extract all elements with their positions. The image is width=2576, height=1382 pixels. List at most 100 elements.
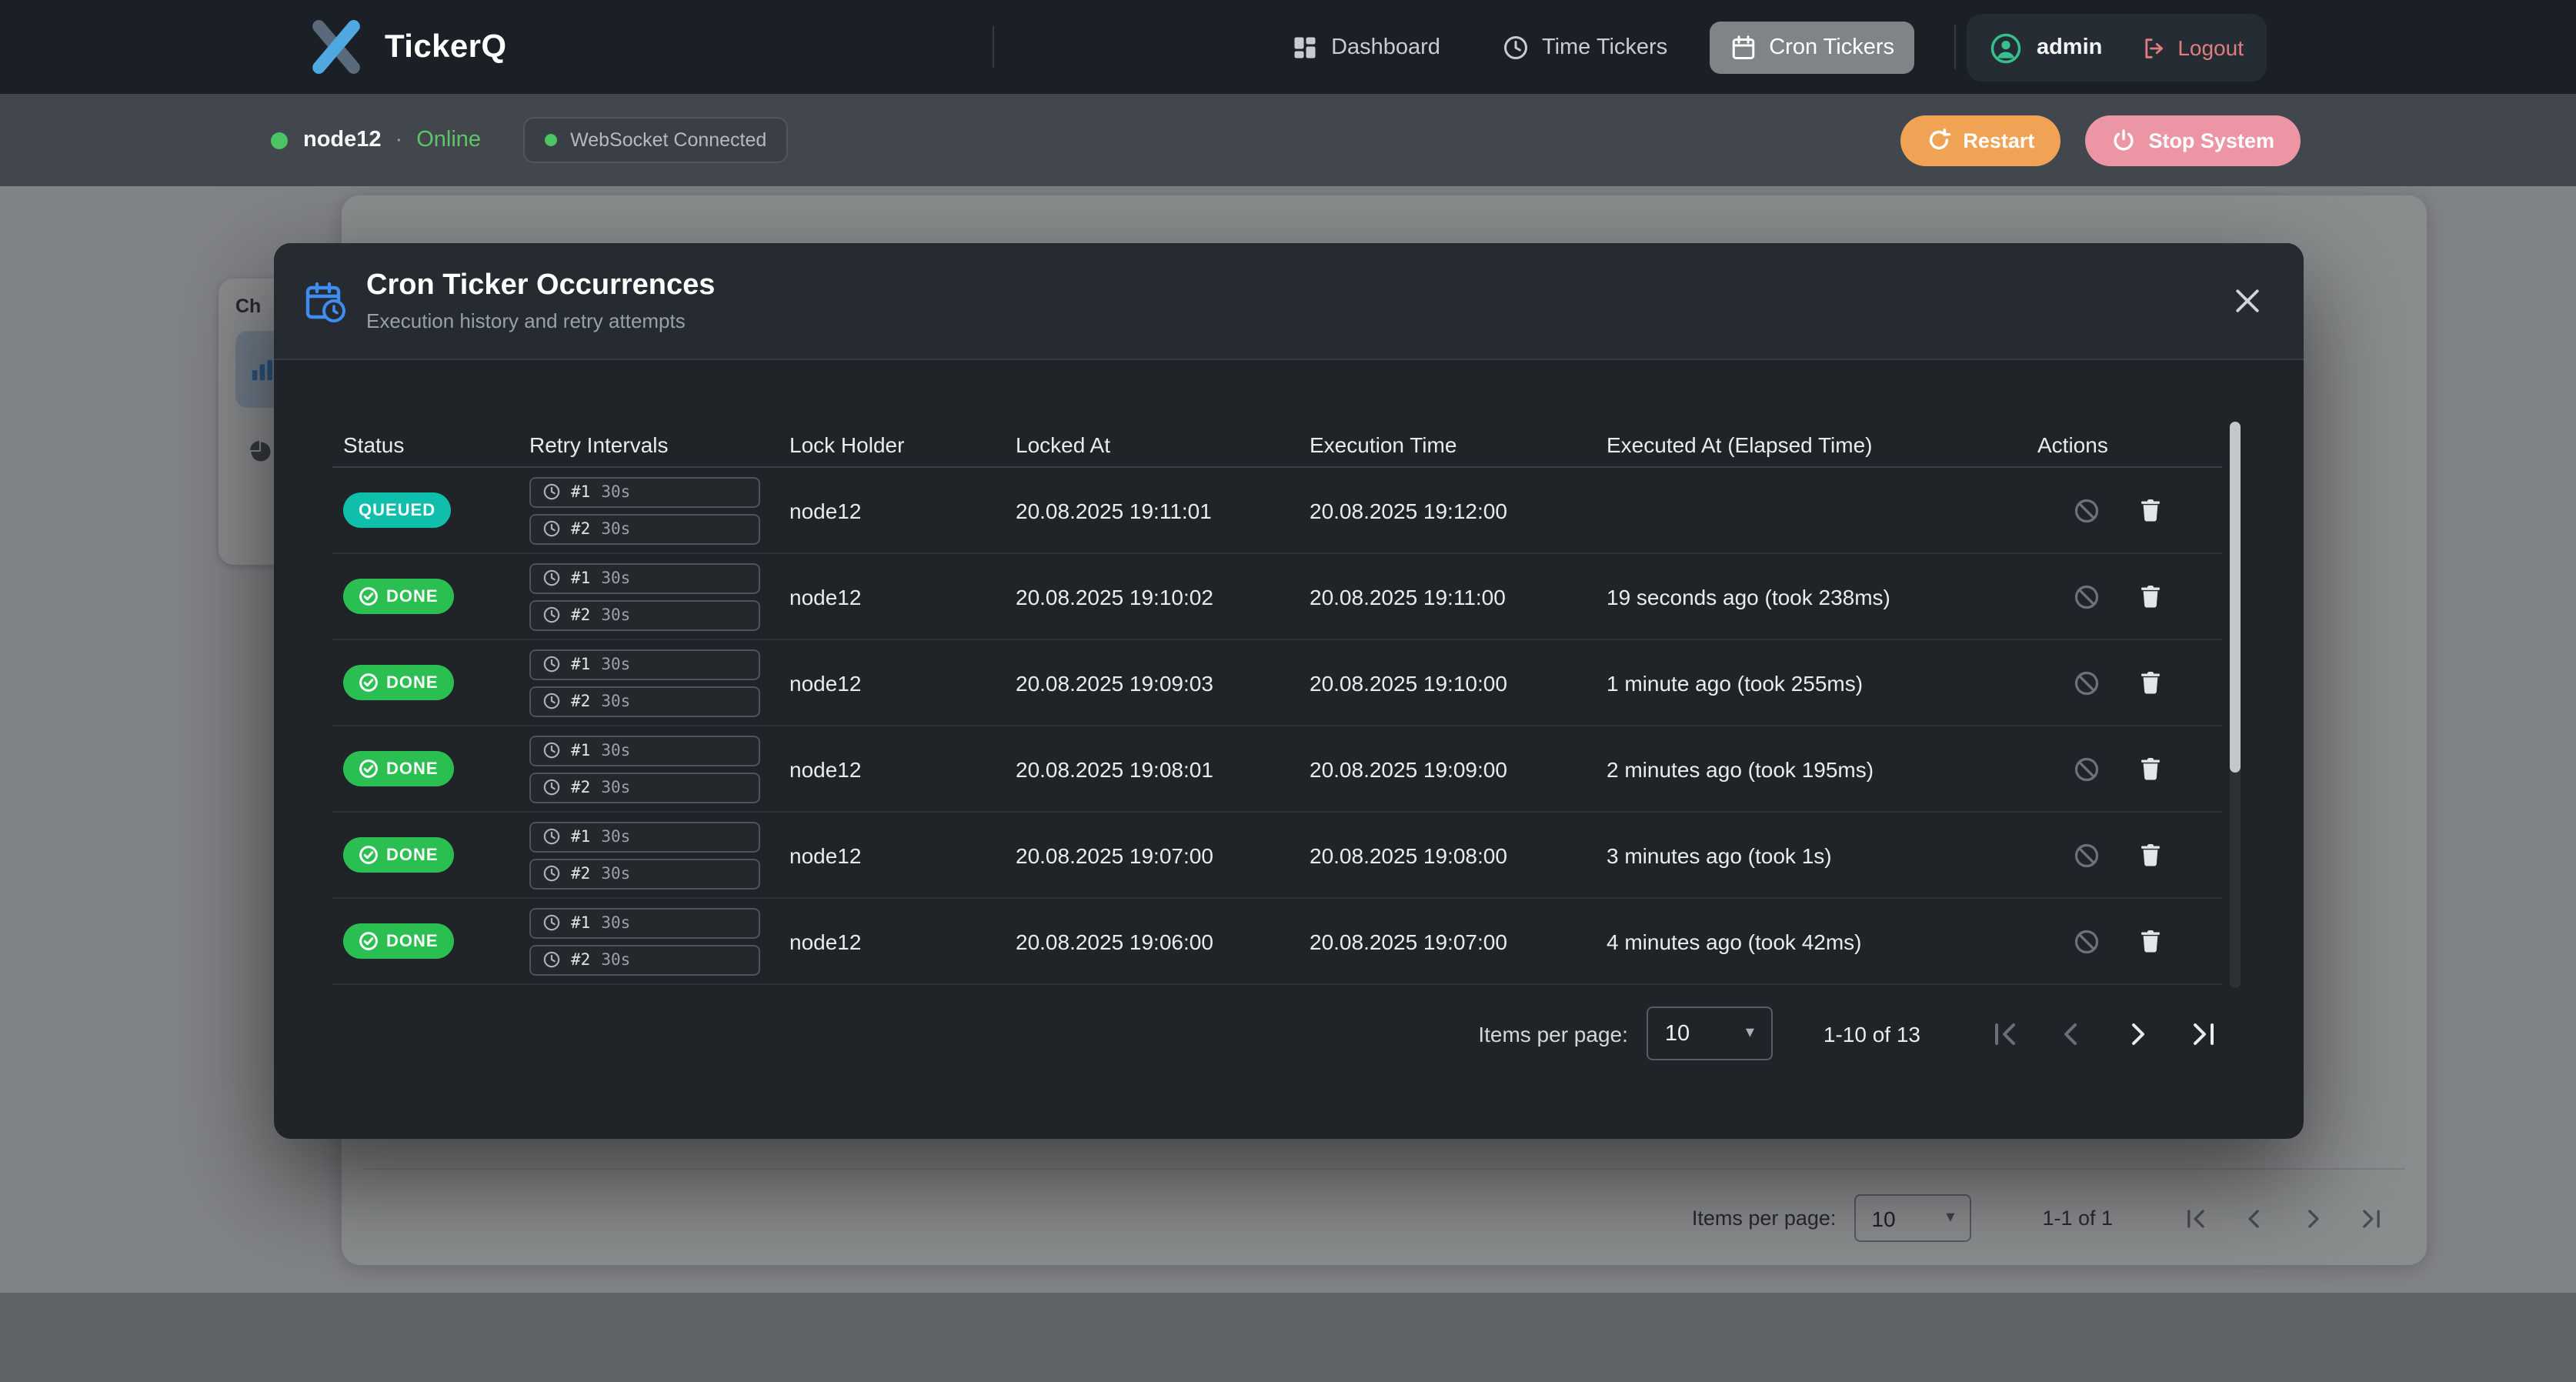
retry-interval-chip: #1 30s xyxy=(529,907,760,938)
interval-number: #2 xyxy=(571,778,590,796)
nav-cron-tickers[interactable]: Cron Tickers xyxy=(1709,21,1914,73)
nav-time-tickers[interactable]: Time Tickers xyxy=(1482,21,1687,73)
table-row: DONE #1 30s #2 30s node12 20.08.2025 19:… xyxy=(332,726,2222,813)
websocket-label: WebSocket Connected xyxy=(570,129,766,151)
blocked-icon[interactable] xyxy=(2071,495,2102,526)
items-per-page-value: 10 xyxy=(1665,1021,1690,1046)
node-status: Online xyxy=(416,128,481,152)
interval-duration: 30s xyxy=(601,950,630,969)
scrollbar-thumb[interactable] xyxy=(2230,422,2241,773)
interval-number: #2 xyxy=(571,864,590,883)
blocked-icon[interactable] xyxy=(2071,581,2102,612)
actions-cell xyxy=(2037,495,2222,526)
execution-time-cell: 20.08.2025 19:07:00 xyxy=(1310,929,1607,953)
lock-holder-cell: node12 xyxy=(789,929,1016,953)
logout-button[interactable]: Logout xyxy=(2141,35,2244,61)
interval-number: #2 xyxy=(571,606,590,624)
execution-time-cell: 20.08.2025 19:08:00 xyxy=(1310,843,1607,867)
username: admin xyxy=(2037,35,2102,60)
status-separator: · xyxy=(395,128,403,152)
logout-label: Logout xyxy=(2177,35,2244,60)
retry-intervals-cell: #1 30s #2 30s xyxy=(529,735,789,803)
nav-dashboard[interactable]: Dashboard xyxy=(1271,21,1460,73)
interval-duration: 30s xyxy=(601,913,630,932)
table-row: DONE #1 30s #2 30s node12 20.08.2025 19:… xyxy=(332,899,2222,985)
status-cell: DONE xyxy=(343,923,529,959)
status-bar: node12 · Online WebSocket Connected Rest… xyxy=(0,94,2576,186)
locked-at-cell: 20.08.2025 19:09:03 xyxy=(1016,670,1310,695)
items-per-page-select[interactable]: 10 ▾ xyxy=(1647,1006,1773,1060)
clock-icon xyxy=(543,606,560,623)
col-header-execution-time: Execution Time xyxy=(1310,432,1607,456)
delete-icon[interactable] xyxy=(2134,840,2165,870)
blocked-icon[interactable] xyxy=(2071,753,2102,784)
delete-icon[interactable] xyxy=(2134,495,2165,526)
clock-icon xyxy=(543,483,560,500)
execution-time-cell: 20.08.2025 19:09:00 xyxy=(1310,756,1607,781)
delete-icon[interactable] xyxy=(2134,667,2165,698)
interval-duration: 30s xyxy=(601,864,630,883)
first-page-button[interactable] xyxy=(1987,1015,2024,1052)
calendar-icon xyxy=(1729,33,1757,61)
power-icon xyxy=(2111,128,2136,152)
modal-pagination: Items per page: 10 ▾ 1-10 of 13 xyxy=(1478,1006,2222,1060)
chevron-left-icon xyxy=(2053,1015,2090,1052)
status-cell: DONE xyxy=(343,751,529,786)
modal-scrollbar xyxy=(2230,422,2241,988)
nav-dashboard-label: Dashboard xyxy=(1331,35,1440,59)
interval-duration: 30s xyxy=(601,569,630,587)
websocket-chip: WebSocket Connected xyxy=(522,117,788,163)
stop-system-button[interactable]: Stop System xyxy=(2085,115,2301,165)
first-page-icon xyxy=(1987,1015,2024,1052)
close-icon[interactable] xyxy=(2228,282,2267,320)
interval-number: #1 xyxy=(571,569,590,587)
clock-icon xyxy=(543,742,560,759)
modal-body: Status Retry Intervals Lock Holder Locke… xyxy=(274,360,2304,1137)
delete-icon[interactable] xyxy=(2134,753,2165,784)
interval-number: #1 xyxy=(571,655,590,673)
status-cell: DONE xyxy=(343,579,529,614)
blocked-icon[interactable] xyxy=(2071,840,2102,870)
actions-cell xyxy=(2037,581,2222,612)
brand: TickerQ xyxy=(308,0,506,94)
main-nav: Dashboard Time Tickers Cron Tickers xyxy=(1271,0,1914,94)
lock-holder-cell: node12 xyxy=(789,756,1016,781)
occurrences-table: Status Retry Intervals Lock Holder Locke… xyxy=(332,422,2222,985)
blocked-icon[interactable] xyxy=(2071,926,2102,956)
clock-icon xyxy=(543,951,560,968)
occurrences-table-body: QUEUED #1 30s #2 30s node12 20.08.2025 1… xyxy=(332,468,2222,985)
table-row: DONE #1 30s #2 30s node12 20.08.2025 19:… xyxy=(332,813,2222,899)
delete-icon[interactable] xyxy=(2134,581,2165,612)
retry-intervals-cell: #1 30s #2 30s xyxy=(529,907,789,975)
calendar-clock-icon xyxy=(303,279,346,322)
next-page-button[interactable] xyxy=(2119,1015,2156,1052)
retry-interval-chip: #1 30s xyxy=(529,821,760,852)
node-status-dot xyxy=(271,132,288,149)
page-content: Ch S Items per page: 10 ▾ 1 xyxy=(0,186,2576,1382)
clock-icon xyxy=(543,865,560,882)
restart-button[interactable]: Restart xyxy=(1900,115,2060,165)
modal-title: Cron Ticker Occurrences xyxy=(366,269,715,303)
user-menu[interactable]: admin Logout xyxy=(1967,14,2267,82)
brand-title: TickerQ xyxy=(385,28,506,65)
blocked-icon[interactable] xyxy=(2071,667,2102,698)
retry-interval-chip: #2 30s xyxy=(529,772,760,803)
interval-duration: 30s xyxy=(601,655,630,673)
modal-subtitle: Execution history and retry attempts xyxy=(366,309,715,332)
clock-icon xyxy=(543,520,560,537)
retry-intervals-cell: #1 30s #2 30s xyxy=(529,649,789,716)
interval-duration: 30s xyxy=(601,482,630,501)
execution-time-cell: 20.08.2025 19:11:00 xyxy=(1310,584,1607,609)
execution-time-cell: 20.08.2025 19:10:00 xyxy=(1310,670,1607,695)
delete-icon[interactable] xyxy=(2134,926,2165,956)
modal-header: Cron Ticker Occurrences Execution histor… xyxy=(274,243,2304,360)
last-page-button[interactable] xyxy=(2185,1015,2222,1052)
status-cell: DONE xyxy=(343,837,529,873)
chevron-right-icon xyxy=(2119,1015,2156,1052)
clock-icon xyxy=(543,656,560,673)
col-header-actions: Actions xyxy=(2037,432,2222,456)
clock-icon xyxy=(543,569,560,586)
previous-page-button[interactable] xyxy=(2053,1015,2090,1052)
items-per-page-label: Items per page: xyxy=(1478,1021,1628,1046)
actions-cell xyxy=(2037,840,2222,870)
